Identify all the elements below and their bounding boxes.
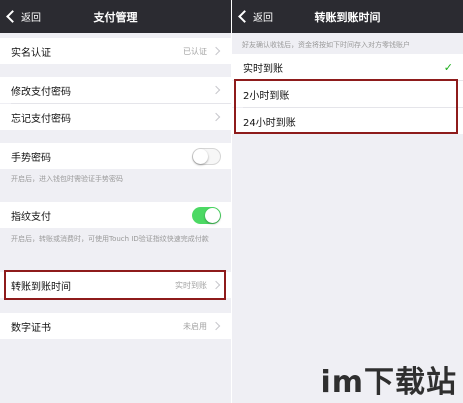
checkmark-icon: ✓ (443, 60, 453, 74)
certificate-label: 数字证书 (11, 322, 51, 334)
real-name-label: 实名认证 (11, 47, 51, 59)
fingerprint-toggle[interactable] (192, 206, 221, 224)
highlight-box (234, 79, 458, 134)
chevron-right-icon (211, 321, 221, 331)
transfer-time-screen: 返回 转账到账时间 好友确认收钱后，资金将按如下时间存入对方零钱账户 实时到账 … (232, 0, 463, 403)
chevron-right-icon (211, 46, 221, 56)
navbar: 返回 转账到账时间 (232, 0, 463, 33)
payment-management-screen: 返回 支付管理 实名认证 已认证 修改支付密码 忘记支付密码 手势密码 开启后，… (0, 0, 231, 403)
real-name-row[interactable]: 实名认证 已认证 (0, 38, 231, 64)
watermark-logo: im下载站 (320, 365, 457, 400)
certificate-status: 未启用 (183, 321, 207, 331)
fingerprint-label: 指纹支付 (11, 211, 51, 223)
fingerprint-row: 指纹支付 (0, 202, 231, 228)
navbar: 返回 支付管理 (0, 0, 231, 33)
gesture-password-row: 手势密码 (0, 143, 231, 169)
gesture-password-label: 手势密码 (11, 152, 51, 164)
info-text: 好友确认收钱后，资金将按如下时间存入对方零钱账户 (242, 41, 410, 49)
toggle-knob (193, 148, 208, 164)
option-label: 实时到账 (243, 63, 283, 75)
change-password-row[interactable]: 修改支付密码 (0, 77, 231, 103)
toggle-knob (205, 207, 220, 223)
forgot-password-label: 忘记支付密码 (11, 113, 71, 125)
change-password-label: 修改支付密码 (11, 86, 71, 98)
chevron-right-icon (211, 85, 221, 95)
highlight-box (4, 270, 226, 300)
page-title: 转账到账时间 (314, 11, 381, 24)
chevron-right-icon (211, 112, 221, 122)
certificate-row[interactable]: 数字证书 未启用 (0, 313, 231, 339)
gesture-note: 开启后，进入钱包时需验证手势密码 (11, 175, 123, 183)
page-title: 支付管理 (93, 11, 138, 24)
gesture-password-toggle[interactable] (192, 147, 221, 165)
option-realtime[interactable]: 实时到账 ✓ (232, 54, 463, 80)
forgot-password-row[interactable]: 忘记支付密码 (0, 104, 231, 130)
fingerprint-note: 开启后，转账或消费时，可使用Touch ID验证指纹快速完成付款 (11, 235, 209, 243)
real-name-status: 已认证 (183, 46, 207, 56)
